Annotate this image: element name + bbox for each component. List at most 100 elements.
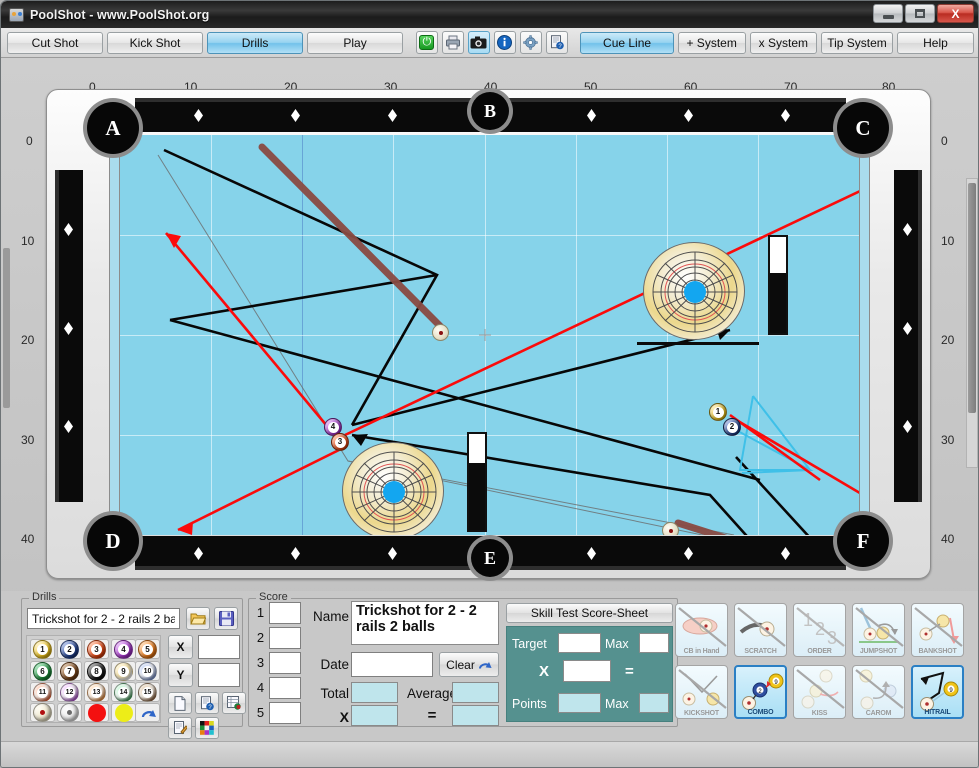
power-bar-right[interactable] <box>768 235 788 335</box>
aim-widget-left[interactable] <box>342 432 512 535</box>
ball-button-3[interactable]: 3 <box>84 639 109 659</box>
page-help-icon[interactable]: ? <box>195 692 219 714</box>
ball-button-13[interactable]: 13 <box>84 682 109 702</box>
yellow-marker-ball-button[interactable] <box>111 703 136 722</box>
shot-type-jumpshot[interactable]: JUMPSHOT <box>852 603 905 657</box>
minimize-button[interactable] <box>873 4 903 23</box>
shot-type-combo[interactable]: 29 COMBO <box>734 665 787 719</box>
shot-type-bankshot[interactable]: BANKSHOT <box>911 603 964 657</box>
power-bar-left[interactable] <box>467 432 487 532</box>
table-settings-icon[interactable] <box>222 692 246 714</box>
skill-test-score-sheet-button[interactable]: Skill Test Score-Sheet <box>506 603 673 623</box>
tab-kick-shot[interactable]: Kick Shot <box>107 31 204 54</box>
x-system-button[interactable]: x System <box>749 31 817 54</box>
scrollbar-thumb[interactable] <box>968 183 976 413</box>
ball-button-12[interactable]: 12 <box>57 682 82 702</box>
score-row-num-2: 2 <box>256 630 265 645</box>
maximize-button[interactable] <box>905 4 935 23</box>
new-page-icon[interactable] <box>168 692 192 714</box>
target-max-input[interactable] <box>639 633 669 653</box>
ball-button-10[interactable]: 10 <box>135 661 160 681</box>
x-coord-button[interactable]: X <box>168 635 193 659</box>
score-row-input-2[interactable] <box>269 627 301 649</box>
cue-ball[interactable] <box>432 324 449 341</box>
y-coord-input[interactable] <box>198 663 240 687</box>
points-max-label: Max <box>605 697 629 711</box>
cue-ball[interactable] <box>662 522 679 535</box>
help-document-icon[interactable]: ? <box>545 31 568 54</box>
target-input[interactable] <box>558 633 601 653</box>
table-felt[interactable]: 4 3 1 2 <box>120 135 859 535</box>
ball-button-15[interactable]: 15 <box>135 682 160 702</box>
pocket-B[interactable]: B <box>471 92 509 130</box>
vertical-scrollbar[interactable] <box>966 178 978 468</box>
skill-multiply-input[interactable] <box>563 660 611 682</box>
ball-button-11[interactable]: 11 <box>30 682 55 702</box>
aim-widget-right[interactable] <box>637 235 813 352</box>
pool-table[interactable]: 4 3 1 2 A B C D E F <box>46 89 931 579</box>
pocket-E[interactable]: E <box>471 539 509 577</box>
points-label: Points <box>512 697 547 711</box>
print-icon[interactable] <box>441 31 464 54</box>
shot-type-label: ORDER <box>807 648 832 655</box>
power-icon[interactable]: ⏻ <box>415 31 438 54</box>
score-row-input-4[interactable] <box>269 677 301 699</box>
open-folder-icon[interactable] <box>186 607 210 630</box>
edit-notes-icon[interactable] <box>168 717 192 739</box>
drill-name-value[interactable]: Trickshot for 2 - 2 rails 2 balls <box>351 601 499 645</box>
ball-button-14[interactable]: 14 <box>111 682 136 702</box>
tip-system-button[interactable]: Tip System <box>820 31 893 54</box>
tab-cut-shot[interactable]: Cut Shot <box>7 31 104 54</box>
ball-button-4[interactable]: 4 <box>111 639 136 659</box>
cue-line-button[interactable]: Cue Line <box>580 31 674 54</box>
ball-2[interactable]: 2 <box>723 418 741 436</box>
red-marker-ball-button[interactable] <box>84 703 109 722</box>
close-button[interactable]: X <box>937 4 974 23</box>
ball-button-8[interactable]: 8 <box>84 661 109 681</box>
x-coord-input[interactable] <box>198 635 240 659</box>
info-icon[interactable] <box>493 31 516 54</box>
ball-1[interactable]: 1 <box>709 403 727 421</box>
aim-target-right[interactable] <box>643 242 745 340</box>
shot-type-hitrail[interactable]: 9 HITRAIL <box>911 665 964 719</box>
color-palette-icon[interactable] <box>195 717 219 739</box>
save-disk-icon[interactable] <box>214 607 238 630</box>
pocket-A[interactable]: A <box>87 102 139 154</box>
tab-drills[interactable]: Drills <box>207 31 304 54</box>
shot-type-carom[interactable]: CAROM <box>852 665 905 719</box>
camera-icon[interactable] <box>467 31 490 54</box>
undo-arrow-icon[interactable] <box>135 703 160 722</box>
y-coord-button[interactable]: Y <box>168 663 193 687</box>
ball-button-7[interactable]: 7 <box>57 661 82 681</box>
pocket-C[interactable]: C <box>837 102 889 154</box>
pocket-F[interactable]: F <box>837 515 889 567</box>
left-scroll-handle[interactable] <box>3 248 10 408</box>
date-input[interactable] <box>351 652 433 677</box>
cue-ball-red-dot-button[interactable] <box>30 703 55 722</box>
score-row-input-1[interactable] <box>269 602 301 624</box>
ball-3[interactable]: 3 <box>331 433 349 451</box>
shot-type-cb-in-hand[interactable]: CB in Hand <box>675 603 728 657</box>
score-row-input-3[interactable] <box>269 652 301 674</box>
settings-gear-icon[interactable] <box>519 31 542 54</box>
score-row-input-5[interactable] <box>269 702 301 724</box>
shot-type-kickshot[interactable]: KICKSHOT <box>675 665 728 719</box>
ball-button-2[interactable]: 2 <box>57 639 82 659</box>
drill-filename-input[interactable] <box>27 608 180 629</box>
ball-button-1[interactable]: 1 <box>30 639 55 659</box>
ghost-ball-button[interactable] <box>57 703 82 722</box>
help-button[interactable]: Help <box>896 31 974 54</box>
tab-play[interactable]: Play <box>307 31 404 54</box>
clear-button-label: Clear <box>446 657 475 672</box>
plus-system-button[interactable]: + System <box>677 31 746 54</box>
clear-button[interactable]: Clear <box>439 652 499 677</box>
ball-button-5[interactable]: 5 <box>135 639 160 659</box>
pocket-D[interactable]: D <box>87 515 139 567</box>
shot-type-order[interactable]: 123 ORDER <box>793 603 846 657</box>
ball-button-6[interactable]: 6 <box>30 661 55 681</box>
ball-button-9[interactable]: 9 <box>111 661 136 681</box>
aim-target-left[interactable] <box>342 442 444 535</box>
shot-type-scratch[interactable]: SCRATCH <box>734 603 787 657</box>
shot-type-label: SCRATCH <box>744 648 777 655</box>
shot-type-kiss[interactable]: KISS <box>793 665 846 719</box>
